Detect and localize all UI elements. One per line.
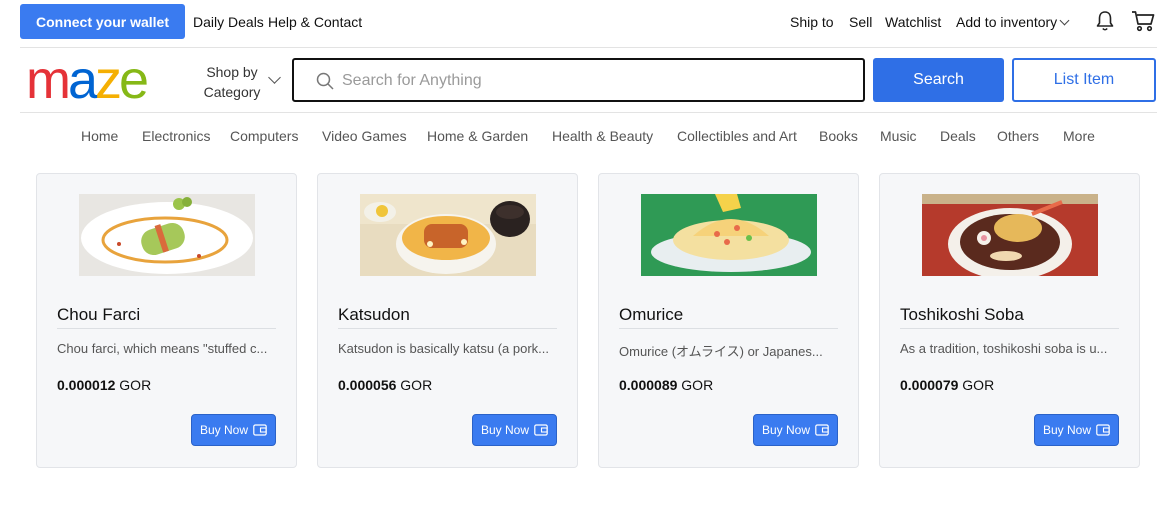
nav-item-health-beauty[interactable]: Health & Beauty bbox=[552, 128, 653, 144]
search-bar bbox=[292, 58, 865, 102]
product-description: Chou farci, which means "stuffed c... bbox=[57, 341, 268, 356]
chou-farci-image[interactable] bbox=[79, 194, 255, 276]
category-nav: Home Electronics Computers Video Games H… bbox=[0, 128, 1169, 148]
product-description: As a tradition, toshikoshi soba is u... bbox=[900, 341, 1108, 356]
product-title[interactable]: Omurice bbox=[619, 305, 683, 325]
product-card-katsudon[interactable]: Katsudon Katsudon is basically katsu (a … bbox=[317, 173, 578, 468]
omurice-image[interactable] bbox=[641, 194, 817, 276]
nav-item-electronics[interactable]: Electronics bbox=[142, 128, 210, 144]
price-currency: GOR bbox=[400, 377, 433, 393]
category-label: Category bbox=[203, 84, 261, 100]
product-title[interactable]: Toshikoshi Soba bbox=[900, 305, 1024, 325]
buy-now-label: Buy Now bbox=[481, 423, 530, 437]
nav-item-books[interactable]: Books bbox=[819, 128, 858, 144]
product-description: Omurice (オムライス) or Japanes... bbox=[619, 344, 823, 359]
top-bar: Connect your wallet Daily Deals Help & C… bbox=[20, 4, 1157, 40]
nav-item-video-games[interactable]: Video Games bbox=[322, 128, 407, 144]
wallet-icon bbox=[1096, 424, 1110, 436]
buy-now-button[interactable]: Buy Now bbox=[472, 414, 557, 446]
product-card-toshikoshi-soba[interactable]: Toshikoshi Soba As a tradition, toshikos… bbox=[879, 173, 1140, 468]
buy-now-label: Buy Now bbox=[1043, 423, 1092, 437]
divider bbox=[57, 328, 276, 329]
price-currency: GOR bbox=[962, 377, 995, 393]
help-contact-link[interactable]: Help & Contact bbox=[268, 14, 362, 30]
shop-by-category-dropdown[interactable]: Shop by Category bbox=[196, 62, 268, 102]
list-item-button[interactable]: List Item bbox=[1012, 58, 1156, 102]
connect-wallet-button[interactable]: Connect your wallet bbox=[20, 4, 185, 39]
product-description: Katsudon is basically katsu (a pork... bbox=[338, 341, 549, 356]
chevron-down-icon bbox=[1059, 15, 1070, 26]
nav-item-deals[interactable]: Deals bbox=[940, 128, 976, 144]
add-to-inventory-dropdown[interactable]: Add to inventory bbox=[956, 14, 1070, 30]
product-title[interactable]: Chou Farci bbox=[57, 305, 140, 325]
bell-icon[interactable] bbox=[1095, 10, 1115, 32]
nav-item-more[interactable]: More bbox=[1063, 128, 1095, 144]
price-currency: GOR bbox=[119, 377, 152, 393]
ship-to-link[interactable]: Ship to bbox=[790, 14, 834, 30]
maze-logo[interactable]: maze bbox=[26, 52, 171, 108]
nav-item-others[interactable]: Others bbox=[997, 128, 1039, 144]
buy-now-label: Buy Now bbox=[200, 423, 249, 437]
toshikoshi-soba-image[interactable] bbox=[922, 194, 1098, 276]
wallet-icon bbox=[253, 424, 267, 436]
nav-item-collectibles-art[interactable]: Collectibles and Art bbox=[677, 128, 797, 144]
price-value: 0.000079 bbox=[900, 377, 959, 393]
product-card-omurice[interactable]: Omurice Omurice (オムライス) or Japanes... 0.… bbox=[598, 173, 859, 468]
shop-by-label: Shop by bbox=[206, 64, 258, 80]
search-button[interactable]: Search bbox=[873, 58, 1004, 102]
cart-icon[interactable] bbox=[1131, 10, 1155, 32]
product-title[interactable]: Katsudon bbox=[338, 305, 410, 325]
top-divider bbox=[20, 47, 1157, 48]
watchlist-link[interactable]: Watchlist bbox=[885, 14, 941, 30]
product-card-chou-farci[interactable]: Chou Farci Chou farci, which means "stuf… bbox=[36, 173, 297, 468]
sell-link[interactable]: Sell bbox=[849, 14, 872, 30]
divider bbox=[338, 328, 557, 329]
product-price: 0.000079 GOR bbox=[900, 377, 994, 393]
price-value: 0.000056 bbox=[338, 377, 397, 393]
nav-item-music[interactable]: Music bbox=[880, 128, 917, 144]
wallet-icon bbox=[815, 424, 829, 436]
wallet-icon bbox=[534, 424, 548, 436]
daily-deals-link[interactable]: Daily Deals bbox=[193, 14, 264, 30]
product-price: 0.000012 GOR bbox=[57, 377, 151, 393]
buy-now-button[interactable]: Buy Now bbox=[753, 414, 838, 446]
search-input[interactable] bbox=[342, 68, 842, 94]
nav-item-home-garden[interactable]: Home & Garden bbox=[427, 128, 528, 144]
katsudon-image[interactable] bbox=[360, 194, 536, 276]
product-price: 0.000089 GOR bbox=[619, 377, 713, 393]
price-value: 0.000089 bbox=[619, 377, 678, 393]
buy-now-label: Buy Now bbox=[762, 423, 811, 437]
divider bbox=[900, 328, 1119, 329]
chevron-down-icon[interactable] bbox=[268, 71, 281, 84]
nav-item-home[interactable]: Home bbox=[81, 128, 118, 144]
price-currency: GOR bbox=[681, 377, 714, 393]
buy-now-button[interactable]: Buy Now bbox=[1034, 414, 1119, 446]
add-to-inventory-label: Add to inventory bbox=[956, 14, 1058, 30]
search-icon bbox=[316, 72, 334, 90]
nav-item-computers[interactable]: Computers bbox=[230, 128, 298, 144]
price-value: 0.000012 bbox=[57, 377, 116, 393]
product-price: 0.000056 GOR bbox=[338, 377, 432, 393]
header-divider bbox=[20, 112, 1157, 113]
buy-now-button[interactable]: Buy Now bbox=[191, 414, 276, 446]
divider bbox=[619, 328, 838, 329]
